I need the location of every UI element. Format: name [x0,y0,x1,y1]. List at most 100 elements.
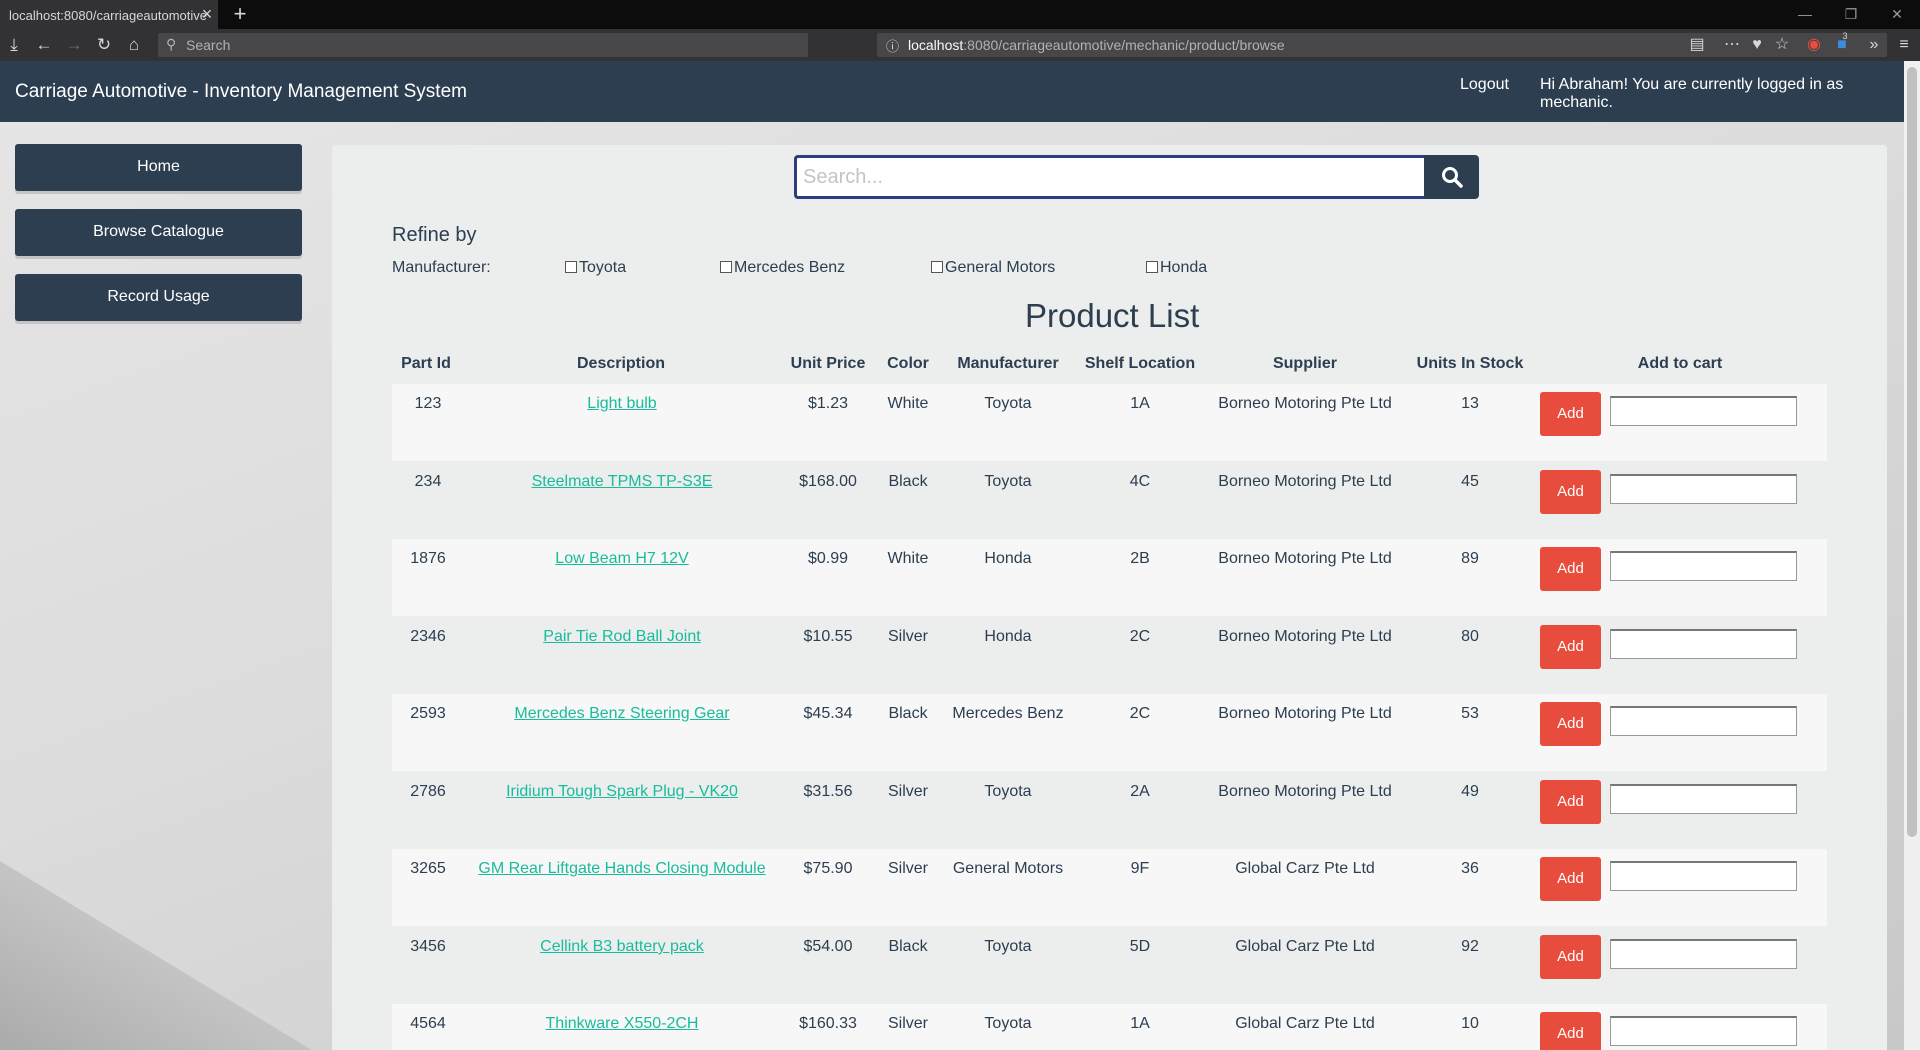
search-icon [1441,167,1463,188]
minimize-icon[interactable]: — [1790,4,1820,24]
browser-tab-bar: localhost:8080/carriageautomotive × + — … [0,0,1920,29]
add-button[interactable]: Add [1540,625,1601,669]
checkbox[interactable] [565,261,577,273]
logout-link[interactable]: Logout [1460,76,1509,94]
manufacturer: General Motors [952,860,1064,877]
checkbox[interactable] [931,261,943,273]
filter-label: Toyota [579,259,627,276]
product-link[interactable]: Iridium Tough Spark Plug - VK20 [472,783,772,801]
sidebar-item-browse-catalogue[interactable]: Browse Catalogue [15,209,302,256]
checkbox[interactable] [720,261,732,273]
column-header-shelf-location: Shelf Location [1084,355,1196,372]
table-row: 3265 GM Rear Liftgate Hands Closing Modul… [392,849,1827,926]
quantity-input[interactable] [1610,784,1797,814]
add-button[interactable]: Add [1540,702,1601,746]
reload-icon[interactable]: ↻ [92,33,116,57]
product-link[interactable]: Low Beam H7 12V [472,550,772,568]
shelf-location: 4C [1129,473,1151,490]
user-greeting: Hi Abraham! You are currently logged in … [1540,76,1844,111]
pocket-icon[interactable]: ♥ [1745,33,1769,57]
quantity-input[interactable] [1610,706,1797,736]
close-tab-icon[interactable]: × [197,4,217,24]
quantity-input[interactable] [1610,861,1797,891]
table-row: 123 Light bulb $1.23 White Toyota 1A Borneo Mo… [392,384,1827,461]
filter-general-motors[interactable]: General Motors [931,259,1055,277]
reader-view-icon[interactable]: ▤ [1685,33,1709,57]
search-button[interactable] [1424,155,1479,199]
browser-search-field[interactable]: ⚲ Search [158,33,808,57]
add-button[interactable]: Add [1540,780,1601,824]
product-link[interactable]: Cellink B3 battery pack [472,938,772,956]
column-header-units-in-stock: Units In Stock [1416,355,1524,372]
filter-honda[interactable]: Honda [1146,259,1207,277]
supplier: Borneo Motoring Pte Ltd [1218,473,1392,490]
column-header-color: Color [887,355,929,372]
refine-title: Refine by [392,224,477,246]
quantity-input[interactable] [1610,474,1797,504]
home-icon[interactable]: ⌂ [122,33,146,57]
product-search-input[interactable]: Search... [794,155,1424,199]
menu-icon[interactable]: ≡ [1892,33,1916,57]
manufacturer-label: Manufacturer: [392,259,491,276]
add-button[interactable]: Add [1540,547,1601,591]
quantity-input[interactable] [1610,1016,1797,1046]
product-link[interactable]: GM Rear Liftgate Hands Closing Module [472,860,772,878]
filter-toyota[interactable]: Toyota [565,259,626,277]
product-link[interactable]: Mercedes Benz Steering Gear [472,705,772,723]
forward-icon[interactable]: → [62,33,86,57]
ublock-icon[interactable]: ◉ [1802,33,1826,57]
product-link[interactable]: Steelmate TPMS TP-S3E [472,473,772,491]
overflow-icon[interactable]: » [1862,33,1886,57]
quantity-input[interactable] [1610,551,1797,581]
filter-mercedes-benz[interactable]: Mercedes Benz [720,259,845,277]
table-row: 2593 Mercedes Benz Steering Gear $45.34 Bla… [392,694,1827,771]
column-header-description: Description [576,355,665,372]
bookmark-star-icon[interactable]: ☆ [1770,33,1794,57]
supplier: Borneo Motoring Pte Ltd [1218,783,1392,800]
downloads-icon[interactable]: ⤓ [2,33,26,57]
add-button[interactable]: Add [1540,857,1601,901]
shelf-location: 1A [1130,395,1150,412]
color: White [887,550,929,567]
quantity-input[interactable] [1610,939,1797,969]
color: Black [888,938,928,955]
add-button[interactable]: Add [1540,1012,1601,1050]
scrollbar-thumb[interactable] [1907,67,1917,837]
product-link[interactable]: Light bulb [472,395,772,413]
quantity-input[interactable] [1610,629,1797,659]
part-id: 3265 [410,860,446,877]
page-actions-icon[interactable]: ⋯ [1720,33,1744,57]
product-link[interactable]: Thinkware X550-2CH [472,1015,772,1033]
new-tab-icon[interactable]: + [228,2,252,26]
unit-price: $45.34 [803,705,853,722]
table-row: 2786 Iridium Tough Spark Plug - VK20 $31.5… [392,772,1827,849]
column-header-add-to-cart: Add to cart [1637,355,1723,372]
color: Black [888,705,928,722]
info-icon[interactable]: ⓘ [886,36,899,55]
window-close-icon[interactable]: ✕ [1882,4,1912,24]
units-in-stock: 53 [1461,705,1479,722]
browser-tab[interactable]: localhost:8080/carriageautomotive [0,0,218,29]
color: White [887,395,929,412]
table-row: 1876 Low Beam H7 12V $0.99 White Honda 2B Born… [392,539,1827,616]
manufacturer: Toyota [984,473,1032,490]
units-in-stock: 10 [1461,1015,1479,1032]
add-button[interactable]: Add [1540,392,1601,436]
back-icon[interactable]: ← [32,33,56,57]
sidebar-item-home[interactable]: Home [15,144,302,191]
browser-search-placeholder: Search [186,37,231,53]
add-button[interactable]: Add [1540,470,1601,514]
add-button[interactable]: Add [1540,935,1601,979]
part-id: 2346 [410,628,446,645]
quantity-input[interactable] [1610,396,1797,426]
unit-price: $31.56 [803,783,853,800]
product-list-title: Product List [1025,297,1200,334]
sidebar-item-record-usage[interactable]: Record Usage [15,274,302,321]
shelf-location: 2C [1129,628,1151,645]
checkbox[interactable] [1146,261,1158,273]
table-row: 4564 Thinkware X550-2CH $160.33 Silver Toyot… [392,1004,1827,1050]
filter-label: Mercedes Benz [734,259,846,276]
scrollbar[interactable] [1904,61,1920,1050]
product-link[interactable]: Pair Tie Rod Ball Joint [472,628,772,646]
restore-icon[interactable]: ❐ [1836,4,1866,24]
